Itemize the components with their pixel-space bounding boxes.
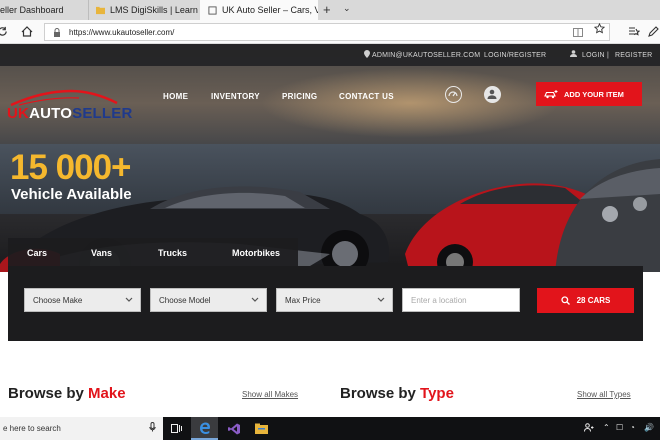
nav-contact-us[interactable]: CONTACT US [339, 92, 394, 101]
page-icon [208, 5, 217, 15]
url-text: https://www.ukautoseller.com/ [69, 27, 175, 37]
add-your-item-button[interactable]: ADD YOUR ITEM [536, 82, 642, 106]
search-icon [560, 296, 570, 305]
tab-label: eller Dashboard [0, 5, 64, 15]
topbar-login-register[interactable]: LOGIN/REGISTER [484, 52, 546, 59]
nav-inventory[interactable]: INVENTORY [211, 92, 260, 101]
refresh-icon[interactable] [0, 26, 8, 37]
choose-make-select[interactable]: Choose Make [24, 288, 141, 312]
favorite-star-icon[interactable] [594, 23, 605, 34]
account-icon[interactable] [484, 86, 501, 103]
location-placeholder: Enter a location [411, 295, 467, 305]
top-info-strip: ADMIN@UKAUTOSELLER.COM LOGIN/REGISTER LO… [0, 44, 660, 66]
pen-icon[interactable] [647, 26, 659, 37]
topbar-login-link[interactable]: LOGIN [582, 52, 605, 59]
browse-make-accent: Make [88, 385, 126, 402]
show-hidden-icons-chevron-icon[interactable]: ⌃ [603, 423, 610, 432]
tab-label: LMS DigiSkills | Learning Ma [110, 5, 198, 15]
browser-tab-bar: eller Dashboard LMS DigiSkills | Learnin… [0, 0, 660, 20]
topbar-register-link[interactable]: REGISTER [615, 52, 652, 59]
browse-by-type-heading: Browse by Type [340, 385, 454, 402]
microphone-icon[interactable] [149, 422, 156, 432]
url-field[interactable]: https://www.ukautoseller.com/ [44, 23, 610, 41]
new-tab-button[interactable]: + [323, 2, 331, 17]
volume-icon[interactable]: 🔊 [644, 423, 654, 432]
windows-taskbar: e here to search ⌃ ☐ ◔ 🔊 [0, 417, 660, 440]
folder-icon [96, 6, 105, 14]
tab-motorbikes[interactable]: Motorbikes [232, 248, 280, 258]
file-explorer-icon[interactable] [248, 417, 275, 440]
lock-icon [54, 27, 60, 37]
wifi-icon[interactable]: ◔ [630, 423, 635, 432]
max-price-select[interactable]: Max Price [276, 288, 393, 312]
user-icon [570, 50, 577, 57]
search-button-label: 28 CARS [576, 296, 611, 305]
logo-wordmark: UKAUTOSELLER [7, 105, 132, 122]
tab-trucks[interactable]: Trucks [158, 248, 187, 258]
search-panel: Choose Make Choose Model Max Price Enter… [8, 266, 643, 341]
car-plus-icon [544, 90, 558, 99]
vehicle-type-tabs: Cars Vans Trucks Motorbikes [8, 238, 298, 266]
taskbar-search-text: e here to search [3, 424, 61, 433]
speedometer-icon[interactable] [445, 86, 462, 103]
battery-icon[interactable]: ☐ [616, 423, 623, 432]
add-your-item-label: ADD YOUR ITEM [564, 89, 624, 99]
task-view-icon[interactable] [163, 417, 190, 440]
choose-model-value: Choose Model [159, 295, 211, 305]
browse-type-prefix: Browse by [340, 385, 421, 402]
chevron-down-icon [125, 297, 133, 302]
people-icon[interactable] [584, 423, 594, 434]
address-bar-row: https://www.ukautoseller.com/ [0, 20, 660, 44]
nav-home[interactable]: HOME [163, 92, 188, 101]
taskbar-search-box[interactable]: e here to search [0, 417, 163, 440]
browse-by-make-heading: Browse by Make [8, 385, 126, 402]
nav-pricing[interactable]: PRICING [282, 92, 317, 101]
browse-type-accent: Type [420, 385, 454, 402]
topbar-separator: | [607, 52, 610, 59]
search-cars-button[interactable]: 28 CARS [537, 288, 634, 313]
tab-vans[interactable]: Vans [91, 248, 112, 258]
show-all-makes-link[interactable]: Show all Makes [242, 390, 298, 399]
browse-make-prefix: Browse by [8, 385, 89, 402]
logo-uk: UK [7, 105, 30, 122]
choose-make-value: Choose Make [33, 295, 83, 305]
chevron-down-icon [377, 297, 385, 302]
home-icon[interactable] [21, 26, 33, 37]
browser-tab-lms[interactable]: LMS DigiSkills | Learning Ma [88, 0, 198, 20]
map-pin-icon [364, 50, 370, 58]
chevron-down-icon[interactable]: ⌄ [343, 3, 351, 14]
reading-view-icon[interactable] [573, 28, 583, 37]
topbar-email[interactable]: ADMIN@UKAUTOSELLER.COM [372, 52, 480, 59]
edge-browser-icon[interactable] [191, 417, 218, 440]
browser-tab-ukautoseller[interactable]: UK Auto Seller – Cars, V × [200, 0, 318, 20]
tab-label: UK Auto Seller – Cars, V [222, 5, 318, 15]
choose-model-select[interactable]: Choose Model [150, 288, 267, 312]
site-logo[interactable]: UKAUTOSELLER [7, 89, 132, 123]
favorites-hub-icon[interactable] [628, 26, 640, 37]
visual-studio-icon[interactable] [220, 417, 247, 440]
location-input[interactable]: Enter a location [402, 288, 520, 312]
browser-tab-dashboard[interactable]: eller Dashboard [0, 0, 82, 20]
show-all-types-link[interactable]: Show all Types [577, 390, 631, 399]
logo-auto: AUTO [29, 105, 73, 122]
vehicle-count: 15 000+ [10, 148, 131, 187]
logo-seller: SELLER [72, 105, 133, 122]
chevron-down-icon [251, 297, 259, 302]
tab-cars[interactable]: Cars [27, 248, 47, 258]
vehicle-count-subtitle: Vehicle Available [11, 186, 132, 203]
max-price-value: Max Price [285, 295, 321, 305]
